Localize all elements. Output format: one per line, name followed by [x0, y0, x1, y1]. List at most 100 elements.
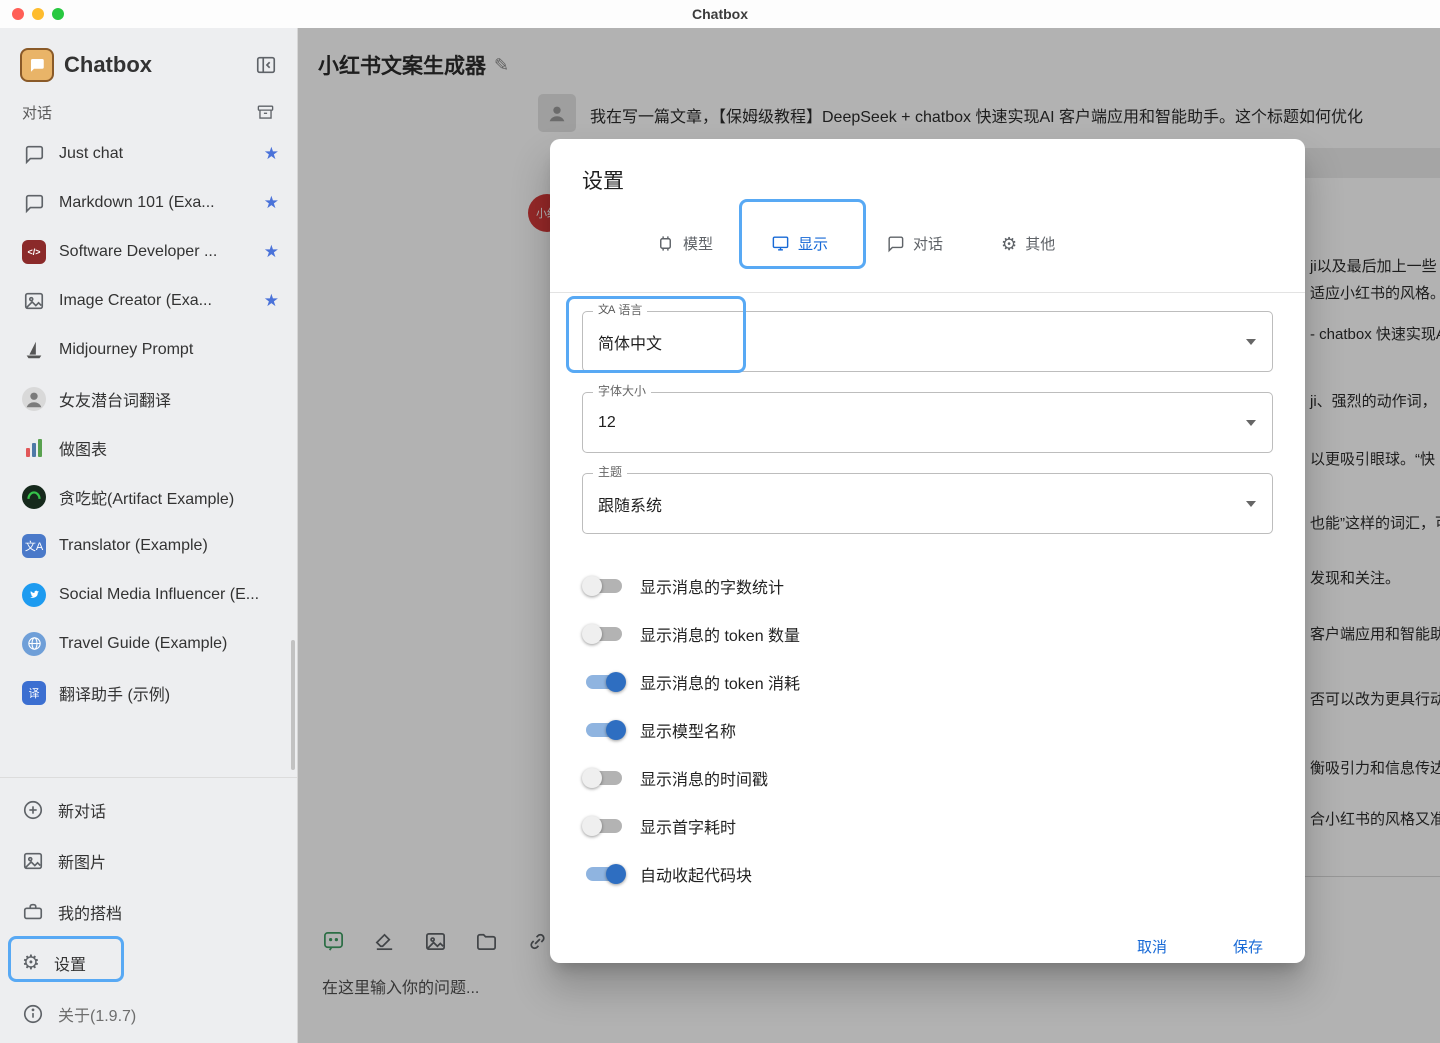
conversation-label: 翻译助手 (示例) — [59, 681, 279, 705]
traffic-lights — [12, 8, 64, 20]
font-size-value: 12 — [598, 414, 616, 432]
collapse-sidebar-icon[interactable] — [255, 54, 277, 76]
conversation-item[interactable]: Travel Guide (Example) — [0, 619, 297, 668]
language-value: 简体中文 — [598, 330, 662, 354]
settings-label: 设置 — [54, 951, 86, 975]
tab-chat[interactable]: 对话 — [886, 233, 943, 254]
conversation-item[interactable]: </> Software Developer ... ★ — [0, 227, 297, 276]
toggle-label: 显示消息的 token 消耗 — [640, 670, 800, 694]
model-icon — [656, 234, 675, 253]
theme-select[interactable]: 主题 跟随系统 — [582, 473, 1273, 534]
conversation-item[interactable]: 译 翻译助手 (示例) — [0, 668, 297, 717]
dialog-title: 设置 — [550, 139, 1305, 195]
toggle-token-usage: 显示消息的 token 消耗 — [582, 658, 1273, 706]
display-settings-fields: 文A 语言 简体中文 字体大小 12 主题 跟随系统 — [550, 293, 1305, 534]
font-size-label: 字体大小 — [593, 384, 651, 398]
tab-other-label: 其他 — [1025, 233, 1055, 254]
conversation-item[interactable]: Markdown 101 (Exa... ★ — [0, 178, 297, 227]
sailboat-icon — [22, 338, 46, 362]
tab-other[interactable]: ⚙ 其他 — [1001, 233, 1055, 254]
token-count-switch[interactable] — [582, 621, 626, 647]
toggle-label: 显示消息的字数统计 — [640, 574, 784, 598]
conversation-item[interactable]: Just chat ★ — [0, 129, 297, 178]
settings-tabs: 模型 显示 对话 ⚙ 其他 — [550, 195, 1305, 293]
chevron-down-icon — [1246, 501, 1256, 507]
conversation-item[interactable]: 女友潜台词翻译 — [0, 374, 297, 423]
conversations-section-header: 对话 — [0, 92, 297, 129]
conversation-label: Travel Guide (Example) — [59, 635, 279, 653]
app-name: Chatbox — [64, 52, 245, 78]
conversation-label: Software Developer ... — [59, 243, 251, 261]
toggle-label: 显示首字耗时 — [640, 814, 736, 838]
minimize-window-button[interactable] — [32, 8, 44, 20]
display-toggles: 显示消息的字数统计 显示消息的 token 数量 显示消息的 token 消耗 … — [550, 554, 1305, 898]
language-select[interactable]: 文A 语言 简体中文 — [582, 311, 1273, 372]
window-title: Chatbox — [692, 6, 748, 22]
new-image-button[interactable]: 新图片 — [0, 835, 297, 886]
toggle-token-count: 显示消息的 token 数量 — [582, 610, 1273, 658]
settings-dialog: 设置 模型 显示 对话 ⚙ 其他 文A 语言 简体中文 字体大小 — [550, 139, 1305, 963]
my-copilots-button[interactable]: 我的搭档 — [0, 886, 297, 937]
chatbox-logo-icon — [20, 48, 54, 82]
conversation-label: Just chat — [59, 145, 251, 163]
toggle-label: 显示模型名称 — [640, 718, 736, 742]
conversation-item[interactable]: Midjourney Prompt — [0, 325, 297, 374]
conversation-item[interactable]: Social Media Influencer (E... — [0, 570, 297, 619]
sidebar-scrollbar[interactable] — [291, 640, 295, 770]
tab-model-label: 模型 — [683, 233, 713, 254]
model-name-switch[interactable] — [582, 717, 626, 743]
about-button[interactable]: 关于(1.9.7) — [0, 988, 297, 1039]
conversation-label: 贪吃蛇(Artifact Example) — [59, 485, 279, 509]
toggle-word-count: 显示消息的字数统计 — [582, 562, 1273, 610]
new-chat-button[interactable]: 新对话 — [0, 784, 297, 835]
star-icon: ★ — [264, 291, 279, 311]
first-token-latency-switch[interactable] — [582, 813, 626, 839]
theme-label: 主题 — [593, 465, 627, 479]
gear-icon: ⚙ — [22, 953, 40, 973]
word-count-switch[interactable] — [582, 573, 626, 599]
chat-icon — [22, 191, 46, 215]
toggle-collapse-code: 自动收起代码块 — [582, 850, 1273, 898]
timestamp-switch[interactable] — [582, 765, 626, 791]
collapse-code-switch[interactable] — [582, 861, 626, 887]
conversation-label: Markdown 101 (Exa... — [59, 194, 251, 212]
close-window-button[interactable] — [12, 8, 24, 20]
chevron-down-icon — [1246, 420, 1256, 426]
token-usage-switch[interactable] — [582, 669, 626, 695]
font-size-select[interactable]: 字体大小 12 — [582, 392, 1273, 453]
settings-button[interactable]: ⚙ 设置 — [0, 937, 297, 988]
toggle-first-token-latency: 显示首字耗时 — [582, 802, 1273, 850]
conversation-item[interactable]: 文A Translator (Example) — [0, 521, 297, 570]
conversation-list: Just chat ★ Markdown 101 (Exa... ★ </> S… — [0, 129, 297, 717]
archive-icon[interactable] — [256, 103, 275, 122]
toggle-label: 自动收起代码块 — [640, 862, 752, 886]
twitter-avatar — [22, 583, 46, 607]
save-button[interactable]: 保存 — [1227, 928, 1269, 965]
zoom-window-button[interactable] — [52, 8, 64, 20]
tab-model[interactable]: 模型 — [656, 233, 713, 254]
translate-avatar: 译 — [22, 681, 46, 705]
translate-icon: 文A — [598, 303, 614, 317]
titlebar: Chatbox — [0, 0, 1440, 28]
tab-chat-label: 对话 — [913, 233, 943, 254]
snake-avatar — [22, 485, 46, 509]
conversation-item[interactable]: 做图表 — [0, 423, 297, 472]
translator-avatar: 文A — [22, 534, 46, 558]
conversation-label: 做图表 — [59, 436, 279, 460]
conversation-item[interactable]: Image Creator (Exa... ★ — [0, 276, 297, 325]
language-label: 文A 语言 — [593, 303, 647, 317]
star-icon: ★ — [264, 242, 279, 262]
new-chat-label: 新对话 — [58, 798, 106, 822]
toggle-model-name: 显示模型名称 — [582, 706, 1273, 754]
theme-value: 跟随系统 — [598, 492, 662, 516]
toggle-timestamp: 显示消息的时间戳 — [582, 754, 1273, 802]
image-icon — [22, 289, 46, 313]
tab-display[interactable]: 显示 — [771, 233, 828, 254]
conversation-label: Social Media Influencer (E... — [59, 586, 279, 604]
cancel-button[interactable]: 取消 — [1131, 928, 1173, 965]
chevron-down-icon — [1246, 339, 1256, 345]
gear-icon: ⚙ — [1001, 235, 1017, 253]
toggle-label: 显示消息的 token 数量 — [640, 622, 800, 646]
conversation-item[interactable]: 贪吃蛇(Artifact Example) — [0, 472, 297, 521]
developer-avatar: </> — [22, 240, 46, 264]
